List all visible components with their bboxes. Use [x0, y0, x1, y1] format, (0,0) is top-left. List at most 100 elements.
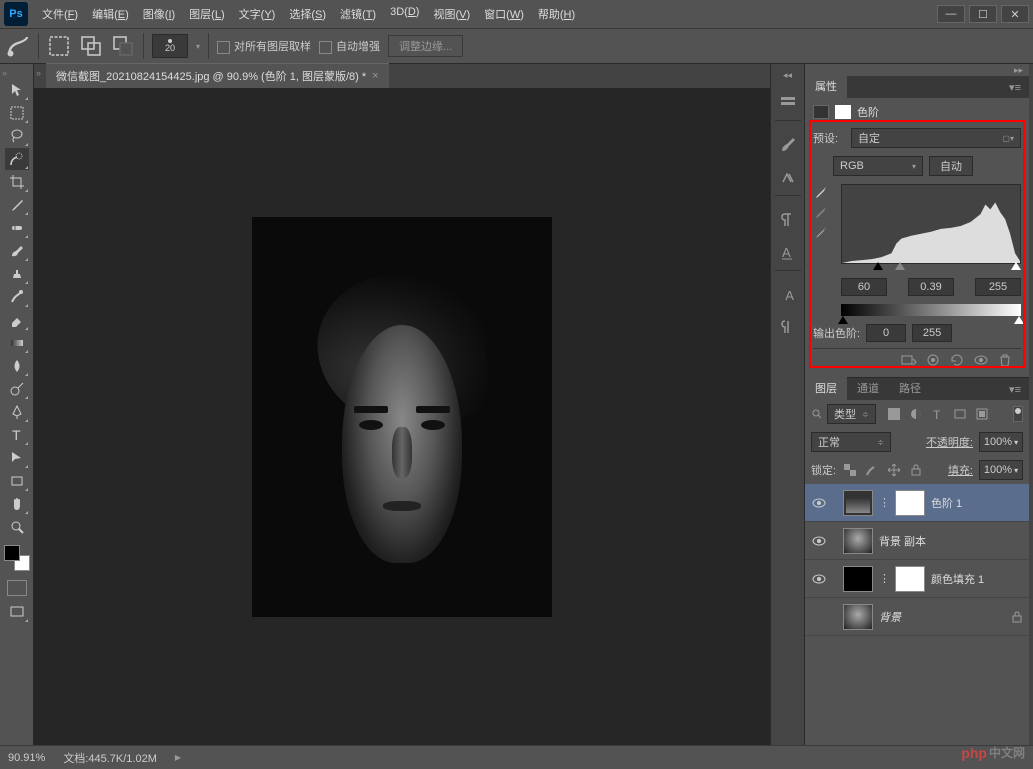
- tab-通道[interactable]: 通道: [847, 376, 889, 400]
- foreground-color-swatch[interactable]: [4, 545, 20, 561]
- layer-name[interactable]: 背景: [879, 609, 1005, 625]
- menu-编辑[interactable]: 编辑(E): [86, 2, 135, 26]
- output-black-slider[interactable]: [838, 316, 848, 324]
- current-tool-icon[interactable]: [6, 35, 30, 57]
- lock-all-icon[interactable]: [908, 462, 924, 478]
- fill-label[interactable]: 填充:: [948, 462, 973, 478]
- opacity-input[interactable]: 100%▾: [979, 432, 1023, 452]
- gray-point-eyedropper-icon[interactable]: [813, 204, 829, 220]
- document-tab[interactable]: 微信截图_20210824154425.jpg @ 90.9% (色阶 1, 图…: [46, 63, 389, 88]
- paragraph-styles-icon[interactable]: [775, 315, 801, 339]
- lock-transparent-icon[interactable]: [842, 462, 858, 478]
- close-button[interactable]: ✕: [1001, 5, 1029, 23]
- filter-type-icon[interactable]: T: [930, 406, 946, 422]
- sample-all-layers-checkbox[interactable]: 对所有图层取样: [217, 38, 311, 54]
- screen-mode-button[interactable]: [5, 601, 29, 623]
- menu-文件[interactable]: 文件(F): [36, 2, 84, 26]
- white-point-slider[interactable]: [1011, 262, 1021, 270]
- output-gradient[interactable]: [841, 304, 1021, 316]
- layer-row[interactable]: 背景 副本: [805, 522, 1029, 560]
- paragraph-panel-icon[interactable]: [775, 208, 801, 232]
- filter-adjustment-icon[interactable]: [908, 406, 924, 422]
- mask-thumbnail[interactable]: [895, 566, 925, 592]
- gradient-tool[interactable]: [5, 332, 29, 354]
- delete-adjustment-icon[interactable]: [997, 353, 1013, 367]
- quick-mask-toggle[interactable]: [7, 580, 27, 596]
- dodge-tool[interactable]: [5, 378, 29, 400]
- filter-smart-icon[interactable]: [974, 406, 990, 422]
- mask-thumbnail[interactable]: [895, 490, 925, 516]
- eyedropper-tool[interactable]: [5, 194, 29, 216]
- color-swatches[interactable]: [4, 545, 30, 571]
- layer-name[interactable]: 色阶 1: [931, 495, 1023, 511]
- output-white-slider[interactable]: [1014, 316, 1024, 324]
- close-tab-icon[interactable]: ×: [372, 70, 378, 82]
- histogram[interactable]: [841, 184, 1021, 264]
- filter-type-dropdown[interactable]: 类型≑: [827, 404, 876, 424]
- brush-tool[interactable]: [5, 240, 29, 262]
- layer-thumbnail[interactable]: [843, 490, 873, 516]
- visibility-eye-icon[interactable]: [811, 495, 827, 511]
- type-tool[interactable]: T: [5, 424, 29, 446]
- white-level-input[interactable]: [975, 278, 1021, 296]
- lasso-tool[interactable]: [5, 125, 29, 147]
- eraser-tool[interactable]: [5, 309, 29, 331]
- filter-shape-icon[interactable]: [952, 406, 968, 422]
- panel-menu-icon[interactable]: ▾≡: [1001, 77, 1029, 98]
- minimize-button[interactable]: —: [937, 5, 965, 23]
- layer-thumbnail[interactable]: [843, 604, 873, 630]
- clip-to-layer-icon[interactable]: [901, 353, 917, 367]
- blend-mode-dropdown[interactable]: 正常≑: [811, 432, 891, 452]
- output-white-input[interactable]: [912, 324, 952, 342]
- hand-tool[interactable]: [5, 493, 29, 515]
- doc-info[interactable]: 文档:445.7K/1.02M: [63, 750, 157, 766]
- properties-tab[interactable]: 属性: [805, 74, 847, 98]
- auto-button[interactable]: 自动: [929, 156, 973, 176]
- maximize-button[interactable]: ☐: [969, 5, 997, 23]
- layers-panel-menu-icon[interactable]: ▾≡: [1001, 379, 1029, 400]
- brush-preset-picker[interactable]: 20: [152, 34, 188, 58]
- visibility-eye-icon[interactable]: [811, 533, 827, 549]
- layer-thumbnail[interactable]: [843, 566, 873, 592]
- view-previous-icon[interactable]: [925, 353, 941, 367]
- quick-selection-tool[interactable]: [5, 148, 29, 170]
- crop-tool[interactable]: [5, 171, 29, 193]
- filter-toggle[interactable]: [1013, 406, 1023, 422]
- character-panel-icon[interactable]: A: [775, 240, 801, 264]
- history-panel-icon[interactable]: [775, 90, 801, 114]
- menu-文字[interactable]: 文字(Y): [233, 2, 282, 26]
- brush-panel-icon[interactable]: [775, 133, 801, 157]
- menu-图层[interactable]: 图层(L): [183, 2, 230, 26]
- menu-图像[interactable]: 图像(I): [137, 2, 181, 26]
- preset-dropdown[interactable]: 自定▢▾: [851, 128, 1021, 148]
- menu-帮助[interactable]: 帮助(H): [532, 2, 581, 26]
- tab-图层[interactable]: 图层: [805, 376, 847, 400]
- layer-row[interactable]: 背景: [805, 598, 1029, 636]
- zoom-level[interactable]: 90.91%: [8, 752, 45, 764]
- move-tool[interactable]: [5, 79, 29, 101]
- output-black-input[interactable]: [866, 324, 906, 342]
- layer-row[interactable]: ⋮颜色填充 1: [805, 560, 1029, 598]
- gray-point-slider[interactable]: [895, 262, 905, 270]
- lock-image-icon[interactable]: [864, 462, 880, 478]
- new-selection-icon[interactable]: [47, 35, 71, 57]
- blur-tool[interactable]: [5, 355, 29, 377]
- layer-name[interactable]: 背景 副本: [879, 533, 1023, 549]
- channel-dropdown[interactable]: RGB▾: [833, 156, 923, 176]
- character-styles-icon[interactable]: A: [775, 283, 801, 307]
- menu-窗口[interactable]: 窗口(W): [478, 2, 530, 26]
- visibility-eye-icon[interactable]: [811, 571, 827, 587]
- layer-thumbnail[interactable]: [843, 528, 873, 554]
- mid-level-input[interactable]: [908, 278, 954, 296]
- clone-stamp-tool[interactable]: [5, 263, 29, 285]
- refine-edge-button[interactable]: 调整边缘...: [388, 35, 463, 57]
- status-menu-chevron[interactable]: ▶: [175, 753, 181, 762]
- black-point-eyedropper-icon[interactable]: [813, 184, 829, 200]
- reset-icon[interactable]: [949, 353, 965, 367]
- menu-滤镜[interactable]: 滤镜(T): [334, 2, 382, 26]
- layer-name[interactable]: 颜色填充 1: [931, 571, 1023, 587]
- path-selection-tool[interactable]: [5, 447, 29, 469]
- input-sliders[interactable]: [841, 262, 1021, 274]
- history-brush-tool[interactable]: [5, 286, 29, 308]
- auto-enhance-checkbox[interactable]: 自动增强: [319, 38, 380, 54]
